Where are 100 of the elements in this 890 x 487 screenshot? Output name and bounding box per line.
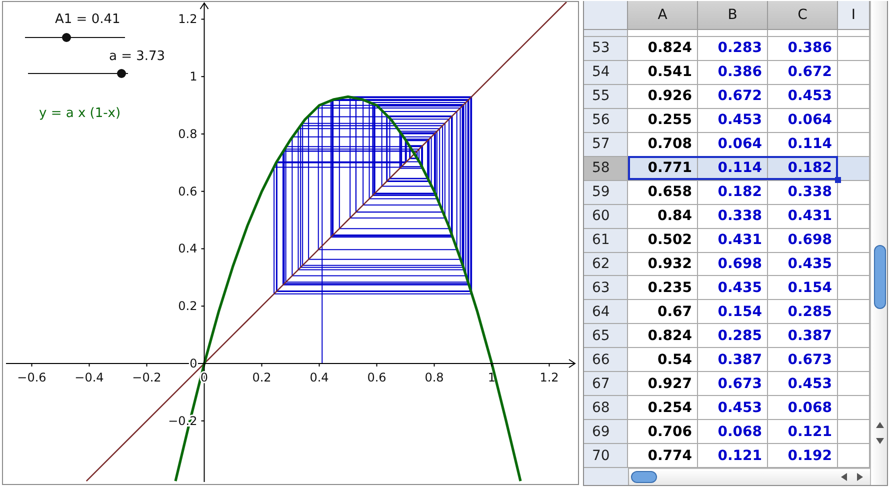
table-cell: 0.932 [628,252,698,276]
up-arrow-icon[interactable] [875,421,885,429]
row-header[interactable]: 67 [584,372,628,396]
row-header[interactable]: 62 [584,252,628,276]
table-cell: 0.453 [698,108,768,133]
table-cell: 0.192 [768,444,838,468]
row-header[interactable]: 60 [584,204,628,229]
row-header[interactable]: 58 [584,156,628,181]
slider-label: A1 = 0.41 [55,12,120,27]
table-cell: 0.84 [628,204,698,229]
table-cell: 0.926 [628,84,698,109]
table-cell: 0.283 [698,36,768,61]
row-header[interactable]: 56 [584,108,628,133]
table-cell: 0.285 [698,324,768,348]
corner-cell [584,468,629,485]
row-header[interactable]: 64 [584,300,628,324]
row-header[interactable]: 65 [584,324,628,348]
table-cell: 0.121 [768,420,838,444]
table-cell: 0.068 [768,396,838,420]
table-cell: 0.435 [768,252,838,276]
y-tick-label: 0.4 [178,242,198,256]
slider-label: a = 3.73 [109,49,166,64]
corner-cell[interactable] [584,1,628,30]
column-header[interactable]: A [628,1,698,30]
x-tick-label: 1 [488,370,496,384]
table-cell: 0.154 [698,300,768,324]
table-cell: 0.67 [628,300,698,324]
column-header[interactable]: I [838,1,870,30]
row-header[interactable]: 70 [584,444,628,468]
table-cell: 0.502 [628,228,698,252]
row-header[interactable]: 69 [584,420,628,444]
y-tick-label: 0.2 [178,299,198,314]
row-header[interactable]: 53 [584,36,628,61]
table-cell [838,324,870,348]
table-cell: 0.453 [698,396,768,420]
table-cell: 0.386 [698,60,768,85]
table-cell: 0.064 [768,108,838,133]
x-tick-label: 0.8 [424,370,444,384]
down-arrow-icon[interactable] [875,437,885,445]
table-cell [838,36,870,61]
table-cell: 0.431 [768,204,838,229]
row-header[interactable]: 66 [584,348,628,372]
table-cell [838,396,870,420]
table-cell: 0.431 [698,228,768,252]
table-cell: 0.064 [698,132,768,157]
table-cell: 0.068 [698,420,768,444]
table-cell: 0.706 [628,420,698,444]
column-header[interactable]: C [768,1,838,30]
right-arrow-icon[interactable] [856,472,864,482]
table-cell: 0.338 [698,204,768,229]
table-cell: 0.672 [698,84,768,109]
table-cell [838,348,870,372]
row-header[interactable]: 61 [584,228,628,252]
table-cell: 0.673 [698,372,768,396]
table-cell: 0.387 [698,348,768,372]
table-cell: 0.658 [628,180,698,205]
row-header[interactable]: 68 [584,396,628,420]
x-tick-label: −0.4 [74,370,104,384]
table-cell: 0.254 [628,396,698,420]
scroll-thumb[interactable] [874,245,886,309]
table-cell: 0.927 [628,372,698,396]
table-cell [838,204,870,229]
table-cell: 0.54 [628,348,698,372]
table-cell: 0.824 [628,36,698,61]
row-header[interactable]: 55 [584,84,628,109]
scroll-thumb[interactable] [631,471,657,484]
table-cell: 0.698 [768,228,838,252]
column-header[interactable]: B [698,1,768,30]
y-tick-label: 1 [190,70,198,84]
table-cell [838,300,870,324]
table-cell: 0.114 [768,132,838,157]
table-cell [838,228,870,252]
vertical-scrollbar[interactable] [870,1,887,485]
table-cell [838,84,870,109]
x-tick-label: −0.2 [132,370,162,384]
table-cell: 0.824 [628,324,698,348]
table-cell [838,420,870,444]
row-header[interactable]: 54 [584,60,628,85]
row-header[interactable]: 57 [584,132,628,157]
row-header[interactable]: 63 [584,276,628,300]
table-cell [838,156,870,181]
row-header[interactable]: 59 [584,180,628,205]
table-cell: 0.453 [768,84,838,109]
table-cell: 0.338 [768,180,838,205]
horizontal-scrollbar[interactable] [629,468,870,485]
table-cell [838,372,870,396]
table-cell: 0.387 [768,324,838,348]
table-cell [838,180,870,205]
left-arrow-icon[interactable] [840,472,848,482]
table-cell: 0.541 [628,60,698,85]
x-tick-label: 0.6 [367,370,386,384]
table-cell: 0.285 [768,300,838,324]
table-cell [838,132,870,157]
x-tick-label: 0.2 [252,370,272,384]
table-cell [838,252,870,276]
table-cell: 0.673 [768,348,838,372]
slider-thumb[interactable] [62,33,71,42]
slider-thumb[interactable] [117,69,126,78]
x-tick-label: 1.2 [540,370,559,384]
table-cell [838,108,870,133]
